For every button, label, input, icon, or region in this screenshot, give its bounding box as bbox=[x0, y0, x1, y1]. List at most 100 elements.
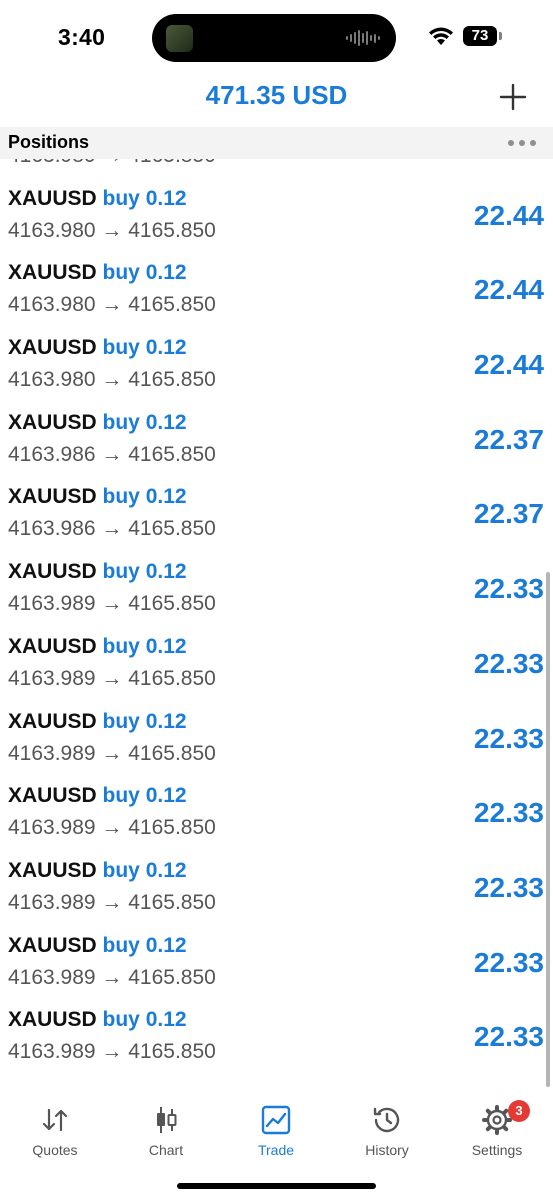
position-symbol: XAUUSD bbox=[8, 186, 97, 210]
position-symbol: XAUUSD bbox=[8, 336, 97, 360]
battery-tip-icon bbox=[499, 32, 502, 40]
position-row[interactable]: XAUUSD buy 0.124163.980 → 4165.85022.44 bbox=[0, 178, 553, 253]
position-row[interactable]: XAUUSD buy 0.12 4163.980 → 4165.850 22.44 bbox=[0, 327, 553, 402]
tab-quotes[interactable]: Quotes bbox=[10, 1100, 100, 1160]
position-prices: 4163.989 → 4165.850 bbox=[8, 592, 216, 616]
tab-history[interactable]: History bbox=[342, 1100, 432, 1160]
position-title: XAUUSD buy 0.12 bbox=[8, 336, 187, 360]
position-row[interactable]: XAUUSD buy 0.12 4163.989 → 4165.850 22.33 bbox=[0, 999, 553, 1074]
position-type: buy 0.12 bbox=[102, 1008, 187, 1032]
position-prices: 4163.989 → 4165.850 bbox=[8, 1040, 216, 1064]
section-title: Positions bbox=[8, 132, 90, 152]
tab-settings[interactable]: 3 Settings bbox=[452, 1100, 542, 1160]
quotes-arrows-icon bbox=[42, 1108, 68, 1132]
position-prices: 4163.986 → 4165.850 bbox=[8, 517, 216, 541]
position-prices: 4163.989 → 4165.850 bbox=[8, 965, 216, 989]
tab-label: History bbox=[365, 1142, 409, 1158]
position-row[interactable]: XAUUSD buy 0.12 4163.989 → 4165.850 22.33 bbox=[0, 850, 553, 925]
tab-label: Quotes bbox=[32, 1142, 78, 1158]
account-balance: 471.35 USD bbox=[205, 80, 348, 110]
position-title: XAUUSD buy 0.12 bbox=[8, 261, 187, 285]
position-title: XAUUSD buy 0.12 bbox=[8, 635, 187, 659]
position-title: XAUUSD buy 0.12 bbox=[8, 560, 187, 584]
dynamic-island bbox=[152, 14, 396, 62]
position-symbol: XAUUSD bbox=[8, 634, 97, 658]
scrollbar[interactable] bbox=[546, 572, 550, 1087]
position-profit: 22.44 bbox=[473, 199, 544, 231]
position-type: buy 0.12 bbox=[102, 560, 187, 584]
position-type: buy 0.12 bbox=[102, 784, 187, 808]
positions-list[interactable]: XAUUSD buy 0.12 4163.980 → 4165.850 22.44 X… bbox=[0, 159, 553, 1090]
notification-badge: 3 bbox=[508, 1100, 530, 1122]
position-prices: 4163.986 → 4165.850 bbox=[8, 442, 216, 466]
wifi-icon bbox=[429, 27, 453, 45]
position-symbol: XAUUSD bbox=[8, 1008, 97, 1032]
tab-chart[interactable]: Chart bbox=[121, 1100, 211, 1160]
position-row[interactable]: XAUUSD buy 0.12 4163.989 → 4165.850 22.33 bbox=[0, 775, 553, 850]
position-symbol: XAUUSD bbox=[8, 261, 97, 285]
position-prices: 4163.980 → 4165.850 bbox=[8, 159, 216, 168]
position-row[interactable]: XAUUSD buy 0.12 4163.989 → 4165.850 22.33 bbox=[0, 551, 553, 626]
position-title: XAUUSD buy 0.12 bbox=[8, 485, 187, 509]
position-profit: 22.33 bbox=[473, 946, 544, 978]
status-bar: 3:40 73 bbox=[0, 0, 553, 76]
position-symbol: XAUUSD bbox=[8, 560, 97, 584]
candlestick-icon bbox=[157, 1107, 177, 1133]
home-indicator[interactable] bbox=[177, 1183, 376, 1189]
position-title: XAUUSD buy 0.12 bbox=[8, 710, 187, 734]
position-profit: 22.33 bbox=[473, 1021, 544, 1053]
position-prices: 4163.980 → 4165.850 bbox=[8, 368, 216, 392]
position-symbol: XAUUSD bbox=[8, 784, 97, 808]
position-type: buy 0.12 bbox=[102, 485, 187, 509]
history-clock-icon bbox=[373, 1107, 400, 1133]
add-order-button[interactable] bbox=[496, 80, 530, 114]
position-prices: 4163.989 → 4165.850 bbox=[8, 666, 216, 690]
battery-indicator: 73 bbox=[463, 26, 497, 46]
position-profit: 22.44 bbox=[473, 349, 544, 381]
position-profit: 22.37 bbox=[473, 498, 544, 530]
position-type: buy 0.12 bbox=[102, 858, 187, 882]
position-row[interactable]: XAUUSD buy 0.12 4163.989 → 4165.850 22.33 bbox=[0, 701, 553, 776]
position-title: XAUUSD buy 0.12 bbox=[8, 187, 187, 211]
position-type: buy 0.12 bbox=[102, 634, 187, 658]
position-row[interactable]: XAUUSD buy 0.12 4163.989 → 4165.850 22.33 bbox=[0, 925, 553, 1000]
status-time: 3:40 bbox=[58, 24, 106, 50]
position-title: XAUUSD buy 0.12 bbox=[8, 934, 187, 958]
position-type: buy 0.12 bbox=[102, 933, 187, 957]
position-symbol: XAUUSD bbox=[8, 709, 97, 733]
position-profit: 22.37 bbox=[473, 423, 544, 455]
tab-label: Trade bbox=[257, 1142, 295, 1158]
position-type: buy 0.12 bbox=[102, 261, 187, 285]
position-symbol: XAUUSD bbox=[8, 410, 97, 434]
position-symbol: XAUUSD bbox=[8, 485, 97, 509]
position-row[interactable]: XAUUSD buy 0.12 4163.986 → 4165.850 22.37 bbox=[0, 402, 553, 477]
position-row[interactable]: XAUUSD buy 0.12 4163.986 → 4165.850 22.37 bbox=[0, 476, 553, 551]
position-profit: 22.33 bbox=[473, 722, 544, 754]
position-profit: 22.33 bbox=[473, 573, 544, 605]
position-profit: 22.33 bbox=[473, 647, 544, 679]
tab-trade[interactable]: Trade bbox=[231, 1100, 321, 1160]
position-row[interactable]: XAUUSD buy 0.12 4163.980 → 4165.850 22.44 bbox=[0, 252, 553, 327]
position-prices: 4163.989 → 4165.850 bbox=[8, 816, 216, 840]
position-row[interactable]: XAUUSD buy 0.124163.980 → 4165.85022.44 bbox=[0, 159, 553, 178]
position-type: buy 0.12 bbox=[102, 186, 187, 210]
trade-chart-icon bbox=[261, 1105, 291, 1135]
position-type: buy 0.12 bbox=[102, 410, 187, 434]
audio-waveform-icon bbox=[346, 30, 380, 46]
position-row[interactable]: XAUUSD buy 0.12 4163.989 → 4165.850 22.33 bbox=[0, 626, 553, 701]
tab-label: Chart bbox=[148, 1142, 184, 1158]
position-type: buy 0.12 bbox=[102, 336, 187, 360]
position-prices: 4163.989 → 4165.850 bbox=[8, 741, 216, 765]
position-title: XAUUSD buy 0.12 bbox=[8, 1008, 187, 1032]
position-title: XAUUSD buy 0.12 bbox=[8, 859, 187, 883]
position-prices: 4163.989 → 4165.850 bbox=[8, 890, 216, 914]
position-profit: 22.33 bbox=[473, 871, 544, 903]
position-profit: 22.44 bbox=[473, 274, 544, 306]
position-profit: 22.33 bbox=[473, 797, 544, 829]
position-prices: 4163.980 → 4165.850 bbox=[8, 293, 216, 317]
position-symbol: XAUUSD bbox=[8, 933, 97, 957]
more-options-icon[interactable] bbox=[508, 140, 536, 146]
now-playing-artwork-icon bbox=[166, 25, 193, 52]
position-symbol: XAUUSD bbox=[8, 858, 97, 882]
position-type: buy 0.12 bbox=[102, 709, 187, 733]
